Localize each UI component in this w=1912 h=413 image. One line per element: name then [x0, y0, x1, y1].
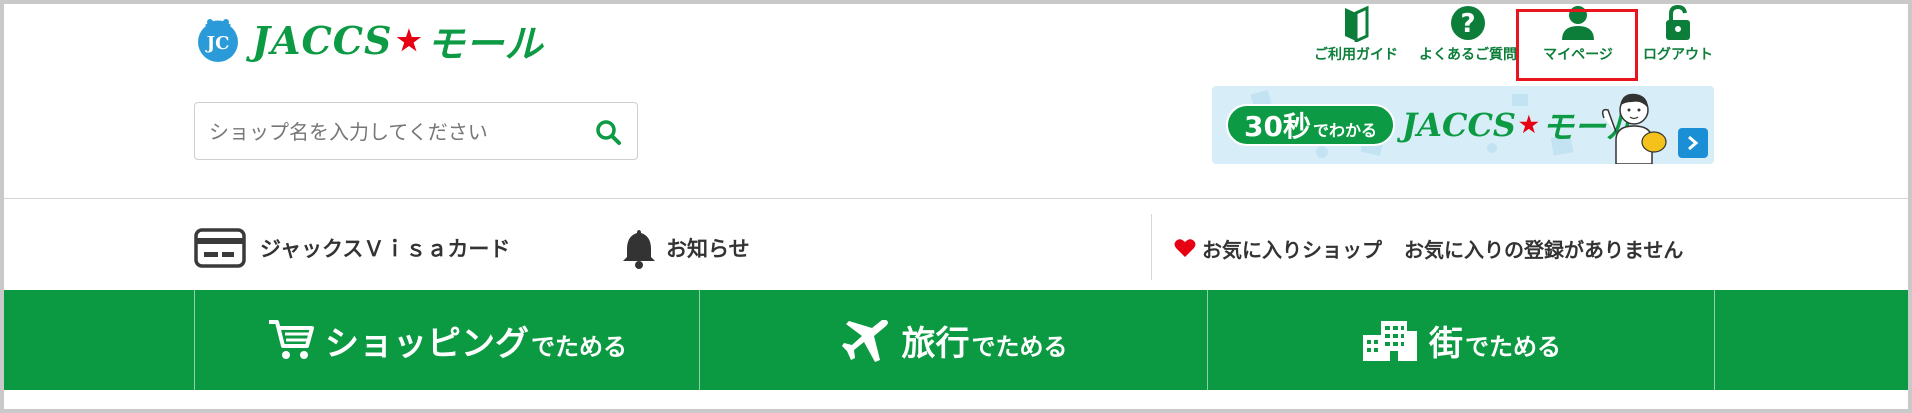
tab-divider	[1714, 290, 1715, 390]
site-logo[interactable]: JC JACCS ★ モール	[194, 14, 544, 66]
logo-badge-icon: JC	[198, 19, 238, 62]
tab-town-sub: でためる	[1465, 332, 1561, 361]
cart-icon	[269, 320, 314, 359]
tab-travel-sub: でためる	[971, 332, 1068, 361]
favorites-label[interactable]: お気に入りショップ	[1202, 234, 1382, 263]
svg-text:JC: JC	[205, 33, 230, 54]
search-input[interactable]	[207, 103, 581, 161]
favorites-section: お気に入りショップ お気に入りの登録がありません	[1174, 224, 1683, 272]
nav-logout[interactable]: ログアウト	[1630, 4, 1726, 66]
banner-logo-star: ★	[1519, 112, 1539, 138]
banner-small-text: でわかる	[1312, 121, 1377, 140]
nav-logout-label: ログアウト	[1643, 47, 1713, 63]
card-label: ジャックスＶｉｓａカード	[260, 237, 511, 261]
logo-text: JACCS	[252, 17, 393, 63]
mascot-person-icon	[1601, 93, 1667, 164]
tab-shopping-sub: でためる	[531, 332, 627, 361]
shop-search	[194, 102, 638, 161]
tab-shopping[interactable]: ショッピング でためる	[195, 290, 699, 390]
unlock-icon	[1666, 4, 1690, 40]
credit-card-icon	[194, 228, 246, 268]
banner-big-text: 30秒	[1244, 110, 1311, 143]
nav-faq-label: よくあるご質問	[1419, 47, 1517, 63]
news-label: お知らせ	[666, 237, 750, 261]
banner-pill: 30秒 でわかる	[1226, 104, 1395, 146]
logo-star: ★	[396, 23, 423, 57]
subnav-divider	[1151, 214, 1152, 280]
guide-book-icon	[1345, 5, 1369, 42]
nav-guide-label: ご利用ガイド	[1314, 47, 1398, 63]
page: JC JACCS ★ モール ご利用ガイド ? よくあるご質問	[4, 4, 1908, 409]
mypage-highlight-box	[1516, 9, 1638, 81]
jaccs-visa-card-link[interactable]: ジャックスＶｉｓａカード	[194, 224, 510, 272]
building-icon	[1363, 321, 1417, 361]
nav-faq[interactable]: ? よくあるご質問	[1408, 4, 1528, 66]
intro-banner[interactable]: 30秒 でわかる JACCS ★ モール	[1212, 86, 1714, 164]
header-divider	[4, 198, 1908, 199]
logo-suffix: モール	[426, 20, 544, 66]
tab-town[interactable]: 街 でためる	[1208, 290, 1714, 390]
tab-shopping-label: ショッピング	[325, 323, 529, 364]
banner-logo-text: JACCS	[1402, 106, 1517, 144]
logo-wordmark: JACCS ★ モール	[252, 13, 544, 68]
tab-town-label: 街	[1429, 323, 1463, 364]
favorites-empty-message: お気に入りの登録がありません	[1404, 237, 1684, 262]
airplane-icon	[841, 320, 888, 362]
heart-icon	[1174, 239, 1196, 257]
question-icon: ?	[1451, 6, 1485, 40]
svg-text:?: ?	[1460, 9, 1475, 39]
category-tab-bar: ショッピング でためる 旅行 でためる 街 でためる	[4, 290, 1908, 390]
tab-travel[interactable]: 旅行 でためる	[700, 290, 1207, 390]
tab-travel-label: 旅行	[901, 323, 970, 364]
news-link[interactable]: お知らせ	[620, 224, 750, 272]
nav-guide[interactable]: ご利用ガイド	[1292, 4, 1420, 66]
search-icon[interactable]	[593, 117, 623, 147]
banner-next-button[interactable]	[1678, 128, 1708, 158]
chevron-right-icon	[1688, 135, 1699, 151]
bell-icon	[623, 230, 655, 269]
